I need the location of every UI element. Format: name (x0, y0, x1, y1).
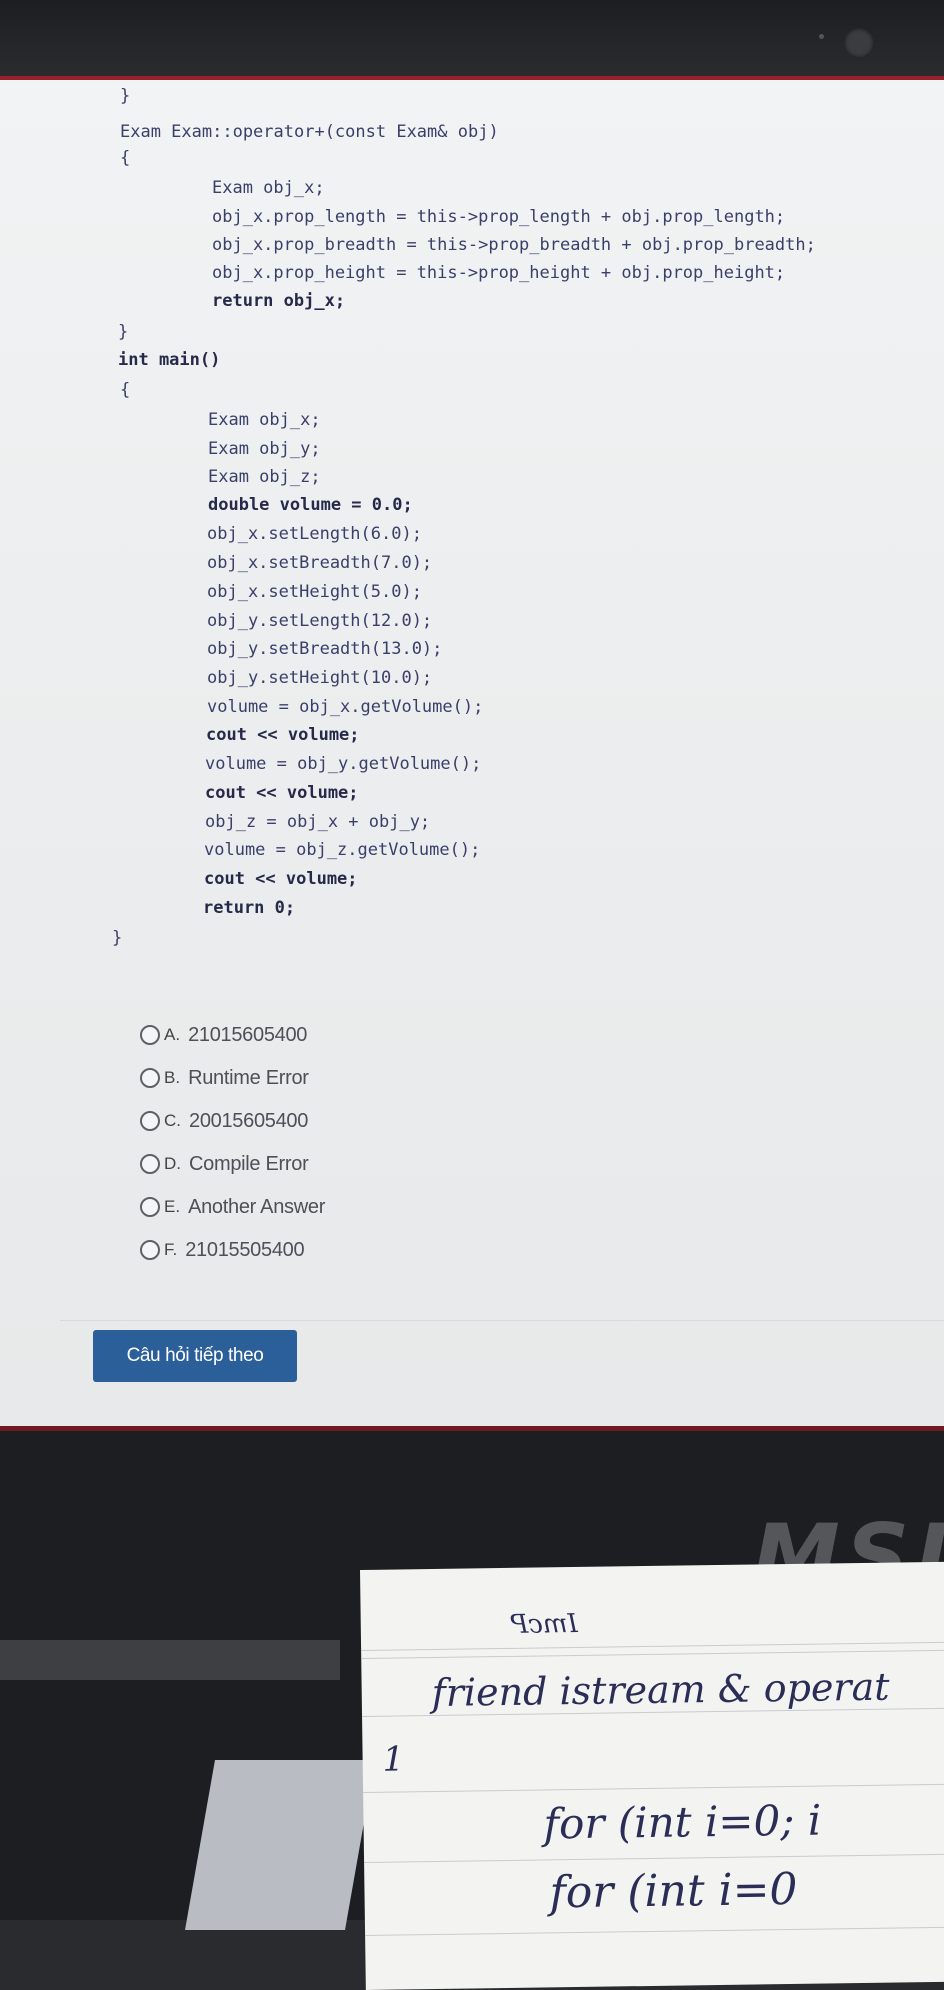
ruled-line (361, 1640, 944, 1651)
code-line: Exam Exam::operator+(const Exam& obj) (120, 122, 499, 142)
note-line: for (int i=0 (549, 1863, 798, 1919)
code-line: obj_x.setHeight(5.0); (207, 582, 422, 602)
code-line: obj_x.prop_height = this->prop_height + … (212, 263, 786, 283)
note-line: for (int i=0; i (543, 1795, 822, 1849)
code-line: obj_y.setBreadth(13.0); (207, 639, 443, 659)
option-e[interactable]: E. Another Answer (140, 1192, 325, 1222)
option-b[interactable]: B. Runtime Error (140, 1063, 309, 1093)
option-text: 21015505400 (185, 1238, 305, 1261)
webcam (844, 28, 874, 58)
option-letter: F. (164, 1240, 178, 1259)
code-line: volume = obj_y.getVolume(); (205, 754, 482, 774)
code-line: obj_y.setHeight(10.0); (207, 668, 433, 688)
keyboard-edge (0, 1640, 340, 1680)
code-line: double volume = 0.0; (208, 495, 413, 515)
option-text: 20015605400 (189, 1109, 309, 1132)
code-line: } (118, 322, 129, 342)
code-line: return obj_x; (212, 291, 346, 311)
radio-button[interactable] (140, 1240, 160, 1260)
option-c[interactable]: C. 20015605400 (140, 1106, 308, 1136)
code-line: obj_x.prop_breadth = this->prop_breadth … (212, 235, 816, 255)
screen: } Exam Exam::operator+(const Exam& obj) … (0, 76, 944, 1431)
option-letter: D. (164, 1154, 181, 1173)
code-line: cout << volume; (205, 783, 359, 803)
option-text: 21015605400 (188, 1023, 308, 1046)
ruled-line (363, 1782, 944, 1793)
bezel-sensor (819, 34, 824, 39)
paper-shadow (185, 1760, 375, 1930)
option-letter: A. (164, 1025, 181, 1044)
option-text: Another Answer (188, 1195, 326, 1218)
code-line: } (120, 86, 131, 106)
code-line: int main() (118, 350, 221, 370)
operator-signature: Exam Exam::operator+(const Exam& obj) (120, 122, 499, 142)
option-letter: C. (164, 1111, 181, 1130)
code-line: obj_y.setLength(12.0); (207, 611, 433, 631)
option-a[interactable]: A. 21015605400 (140, 1020, 307, 1050)
radio-button[interactable] (140, 1154, 160, 1174)
option-letter: E. (164, 1197, 181, 1216)
handwritten-note: ImcP friend istream & operat 1 for (int … (360, 1560, 944, 1990)
radio-button[interactable] (140, 1197, 160, 1217)
radio-button[interactable] (140, 1068, 160, 1088)
code-line: Exam obj_z; (208, 467, 321, 487)
option-d[interactable]: D. Compile Error (140, 1149, 309, 1179)
option-f[interactable]: F. 21015505400 (140, 1235, 305, 1265)
next-question-button[interactable]: Câu hỏi tiếp theo (93, 1330, 297, 1382)
divider (60, 1320, 944, 1321)
radio-button[interactable] (140, 1025, 160, 1045)
radio-button[interactable] (140, 1111, 160, 1131)
code-line: cout << volume; (204, 869, 358, 889)
code-line: Exam obj_y; (208, 439, 321, 459)
code-line: Exam obj_x; (208, 410, 321, 430)
code-line: return 0; (203, 898, 296, 918)
ruled-line (364, 1852, 944, 1863)
code-line: obj_x.setLength(6.0); (207, 524, 422, 544)
option-text: Compile Error (189, 1152, 309, 1175)
code-line: obj_x.setBreadth(7.0); (207, 553, 433, 573)
code-line: { (120, 148, 131, 168)
code-line: obj_z = obj_x + obj_y; (205, 812, 431, 832)
code-line: } (112, 928, 123, 948)
note-line: 1 (382, 1739, 405, 1780)
note-line: friend istream & operat (431, 1664, 890, 1716)
ruled-line (365, 1925, 944, 1936)
code-line: cout << volume; (206, 725, 360, 745)
note-title: ImcP (510, 1608, 578, 1640)
option-letter: B. (164, 1068, 181, 1087)
code-line: { (120, 380, 131, 400)
laptop-top-bezel (0, 0, 944, 80)
code-line: volume = obj_x.getVolume(); (207, 697, 484, 717)
code-line: volume = obj_z.getVolume(); (204, 840, 481, 860)
ruled-line (361, 1648, 944, 1659)
code-line: obj_x.prop_length = this->prop_length + … (212, 207, 786, 227)
code-line: Exam obj_x; (212, 178, 325, 198)
option-text: Runtime Error (188, 1066, 309, 1089)
